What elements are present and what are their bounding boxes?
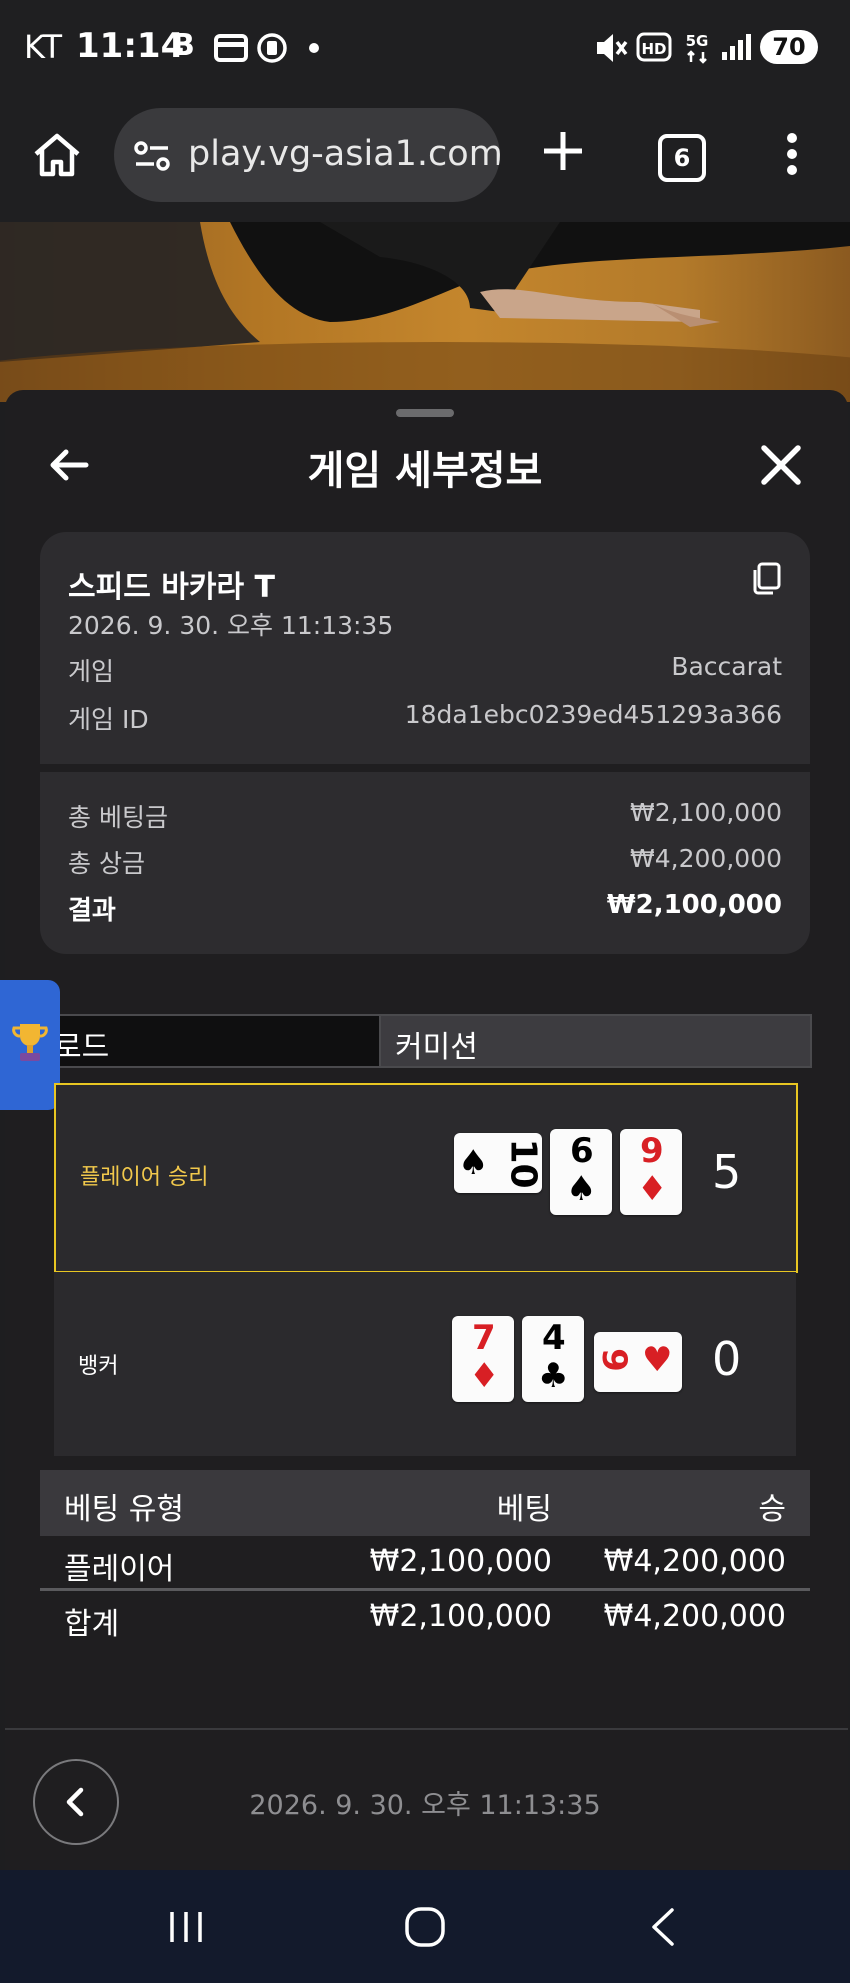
clock: 11:14 — [76, 26, 185, 66]
total-bet-amount: ₩2,100,000 — [369, 1599, 552, 1634]
table-total-row: 합계 ₩2,100,000 ₩4,200,000 — [40, 1591, 810, 1643]
total-bet-value: ₩2,100,000 — [630, 798, 782, 827]
header-win: 승 — [758, 1492, 786, 1527]
game-type-value: Baccarat — [671, 652, 782, 681]
game-id-value: 18da1ebc0239ed451293a366 — [404, 700, 782, 729]
row-win-amount: ₩4,200,000 — [603, 1544, 786, 1579]
divider — [40, 764, 810, 772]
tab-road-label: 로드 — [54, 1030, 110, 1065]
svg-text:5G: 5G — [686, 32, 709, 50]
close-icon[interactable] — [758, 442, 804, 488]
total-bet-label: 총 베팅금 — [68, 803, 168, 832]
home-icon[interactable] — [30, 128, 84, 182]
recent-apps-icon[interactable] — [166, 1910, 206, 1944]
total-win-amount: ₩4,200,000 — [603, 1599, 786, 1634]
sheet-drag-handle[interactable] — [396, 409, 454, 417]
game-info-card: 스피드 바카라 T 2026. 9. 30. 오후 11:13:35 게임 Ba… — [40, 532, 810, 954]
playing-card: 4 ♣ — [522, 1316, 584, 1402]
header-bet: 베팅 — [496, 1492, 552, 1527]
result-label: 결과 — [68, 896, 116, 926]
game-datetime: 2026. 9. 30. 오후 11:13:35 — [68, 611, 394, 640]
svg-text:HD: HD — [641, 40, 666, 58]
card-suit: ♠ — [458, 1143, 489, 1183]
game-id-label: 게임 ID — [68, 705, 149, 734]
carrier-label: KT — [24, 28, 63, 66]
back-nav-icon[interactable] — [648, 1906, 678, 1948]
video-scene — [0, 222, 850, 402]
card-suit: ♥ — [642, 1340, 673, 1380]
card-suit: ♦ — [637, 1169, 668, 1209]
battery-indicator: 70 — [760, 30, 818, 64]
player-hand: 플레이어 승리 10 ♠ 6 ♠ 9 ♦ 5 — [54, 1083, 798, 1273]
footer-datetime: 2026. 9. 30. 오후 11:13:35 — [249, 1790, 601, 1821]
playing-card: 9 ♦ — [620, 1129, 682, 1215]
home-nav-icon[interactable] — [404, 1906, 446, 1948]
status-bar: KT 11:14 𝗕 HD 5G 70 — [0, 0, 850, 100]
b-app-icon: 𝗕 — [172, 28, 195, 63]
playing-card: 9 ♥ — [594, 1332, 682, 1392]
banker-score: 0 — [712, 1332, 742, 1386]
hd-icon: HD — [636, 32, 672, 62]
trophy-side-tab[interactable] — [0, 980, 60, 1110]
game-type-label: 게임 — [68, 657, 115, 686]
header-bet-type: 베팅 유형 — [64, 1492, 184, 1527]
live-video-feed — [0, 222, 850, 402]
row-bet-amount: ₩2,100,000 — [369, 1544, 552, 1579]
banker-result-label: 뱅커 — [78, 1354, 119, 1379]
playing-card: 10 ♠ — [454, 1133, 544, 1193]
tab-road[interactable]: 로드 — [40, 1014, 381, 1068]
url-text: play.vg-asia1.com — [188, 134, 500, 174]
playing-card: 7 ♦ — [452, 1316, 514, 1402]
tab-commission[interactable]: 커미션 — [379, 1014, 812, 1068]
address-bar[interactable]: play.vg-asia1.com — [114, 108, 500, 202]
trophy-icon — [12, 1024, 48, 1061]
card-suit: ♣ — [538, 1356, 569, 1396]
card-suit: ♠ — [566, 1169, 597, 1209]
tab-commission-label: 커미션 — [395, 1030, 478, 1065]
more-menu-icon[interactable] — [784, 132, 800, 176]
card-icon — [214, 34, 248, 62]
banker-hand: 뱅커 7 ♦ 4 ♣ 9 ♥ 0 — [54, 1272, 796, 1456]
card-rank: 9 — [640, 1131, 664, 1171]
game-name: 스피드 바카라 T — [68, 570, 275, 605]
site-settings-icon[interactable] — [132, 136, 172, 176]
total-prize-label: 총 상금 — [68, 849, 145, 878]
card-rank: 6 — [570, 1131, 594, 1171]
playing-card: 6 ♠ — [550, 1129, 612, 1215]
card-rank: 10 — [502, 1138, 544, 1189]
table-row: 플레이어 ₩2,100,000 ₩4,200,000 — [40, 1536, 810, 1588]
mute-icon — [597, 34, 628, 62]
wallet-icon — [257, 33, 287, 63]
total-label: 합계 — [64, 1607, 120, 1642]
system-nav-bar — [0, 1870, 850, 1983]
card-rank: 4 — [542, 1318, 566, 1358]
sheet-title: 게임 세부정보 — [307, 448, 543, 494]
total-prize-value: ₩4,200,000 — [630, 844, 782, 873]
player-score: 5 — [712, 1145, 742, 1199]
dot-icon — [309, 43, 319, 53]
result-value: ₩2,100,000 — [606, 890, 782, 920]
view-tabs: 로드 커미션 — [40, 1014, 812, 1068]
player-result-label: 플레이어 승리 — [80, 1165, 209, 1190]
new-tab-icon[interactable] — [538, 126, 588, 176]
signal-icon — [722, 34, 751, 60]
card-suit: ♦ — [469, 1356, 500, 1396]
card-rank: 7 — [472, 1318, 496, 1358]
5g-icon: 5G — [686, 32, 709, 64]
tab-switcher-button[interactable]: 6 — [658, 134, 706, 182]
table-header: 베팅 유형 베팅 승 — [40, 1470, 810, 1536]
copy-icon[interactable] — [750, 562, 782, 596]
divider — [5, 1728, 848, 1730]
card-rank: 9 — [593, 1348, 634, 1372]
row-bet-type: 플레이어 — [64, 1552, 175, 1587]
